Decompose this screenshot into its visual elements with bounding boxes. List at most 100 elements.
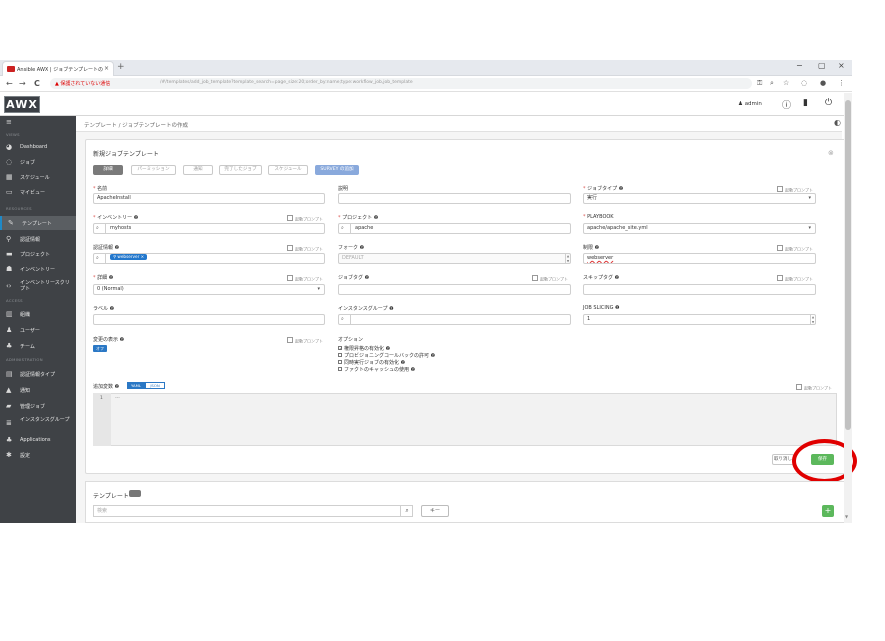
search-icon[interactable]: ⌕	[400, 505, 413, 517]
limit-prompt-on-launch[interactable]: 起動プロンプト	[777, 245, 813, 253]
forks-label: フォーク ❷	[338, 245, 365, 251]
sidebar: ≡ VIEWS ◕ Dashboard ◌ ジョブ ▦ スケジュール ▭ マイビュー R…	[0, 116, 76, 523]
editor-content[interactable]: ---	[115, 396, 120, 401]
sidebar-item-credentials[interactable]: ⚲ 認証情報	[0, 233, 76, 245]
verbosity-prompt-on-launch[interactable]: 起動プロンプト	[287, 275, 323, 283]
key-icon[interactable]: ⚿	[757, 79, 762, 88]
sidebar-item-applications[interactable]: ♣ Applications	[0, 434, 76, 446]
window-close-icon[interactable]: ×	[838, 61, 845, 70]
minimize-icon[interactable]: −	[796, 61, 803, 70]
option-fact-cache[interactable]: ファクトのキャッシュの使用 ❷	[338, 366, 415, 373]
sidebar-item-organizations[interactable]: ▥ 組織	[0, 308, 76, 320]
extension-icon[interactable]: ◌	[801, 79, 807, 87]
skip-tags-label: スキップタグ ❷	[583, 275, 620, 281]
browser-menu-icon[interactable]: ⋮	[838, 79, 845, 87]
forward-icon[interactable]: →	[19, 79, 26, 88]
browser-tab[interactable]: Ansible AWX | ジョブテンプレートの ×	[2, 61, 114, 76]
inventory-prompt-on-launch[interactable]: 起動プロンプト	[287, 215, 323, 223]
verbosity-select[interactable]: 0 (Normal)	[93, 284, 325, 295]
sidebar-item-dashboard[interactable]: ◕ Dashboard	[0, 141, 76, 153]
stepper-icon: ▲ ▼	[565, 254, 570, 263]
script-icon: ‹›	[6, 282, 12, 290]
reload-icon[interactable]: C	[34, 79, 40, 88]
help-icon: ❷	[410, 367, 416, 373]
skip-tags-prompt-on-launch[interactable]: 起動プロンプト	[777, 275, 813, 283]
tab-notifications[interactable]: 通知	[183, 165, 213, 175]
skip-tags-field[interactable]	[583, 284, 816, 295]
description-field[interactable]	[338, 193, 571, 204]
sidebar-item-settings[interactable]: ✱ 設定	[0, 449, 76, 461]
tab-completed-jobs[interactable]: 完了したジョブ	[219, 165, 262, 175]
template-icon: ✎	[8, 219, 14, 227]
job-type-select[interactable]: 実行	[583, 193, 816, 204]
show-changes-toggle[interactable]: オフ	[93, 345, 107, 352]
extra-vars-json-toggle[interactable]: JSON	[145, 382, 165, 389]
verbosity-label: * 詳細 ❷	[93, 275, 114, 281]
add-template-button[interactable]: +	[822, 505, 834, 517]
extra-vars-editor[interactable]	[93, 393, 837, 446]
profile-icon[interactable]: ●	[820, 79, 826, 87]
credentials-prompt-on-launch[interactable]: 起動プロンプト	[287, 245, 323, 253]
search-key-button[interactable]: キー	[421, 505, 449, 517]
security-warning[interactable]: ▲ 保護されていない通信	[55, 80, 110, 87]
extra-vars-yaml-toggle[interactable]: YAML	[127, 382, 145, 389]
job-slicing-field[interactable]: 1 ▲ ▼	[583, 314, 816, 325]
info-icon[interactable]: ⓘ	[782, 98, 791, 111]
cancel-button[interactable]: 取り消し	[772, 454, 794, 465]
sidebar-item-myview[interactable]: ▭ マイビュー	[0, 186, 76, 198]
tab-close-icon[interactable]: ×	[104, 65, 109, 72]
back-icon[interactable]: ←	[6, 79, 13, 88]
sidebar-item-users[interactable]: ♟ ユーザー	[0, 324, 76, 336]
scrollbar-thumb[interactable]	[845, 100, 851, 430]
maximize-icon[interactable]: ▢	[818, 61, 826, 70]
name-label: * 名前	[93, 186, 108, 192]
job-tags-field[interactable]	[338, 284, 571, 295]
playbook-select[interactable]: apache/apache_site.yml	[583, 223, 816, 234]
option-concurrent-jobs[interactable]: 同時実行ジョブの有効化 ❷	[338, 359, 405, 366]
limit-field[interactable]: webserver	[583, 253, 816, 264]
extra-vars-prompt-on-launch[interactable]: 起動プロンプト	[796, 384, 832, 392]
name-field[interactable]: ApacheInstall	[93, 193, 325, 204]
awx-logo[interactable]: AWX	[4, 96, 40, 113]
sidebar-item-instance-groups[interactable]: ≣ インスタンスグループ	[0, 415, 76, 431]
sidebar-item-jobs[interactable]: ◌ ジョブ	[0, 156, 76, 168]
inventory-field[interactable]: ⌕ myhosts	[93, 223, 325, 234]
option-provisioning-callback[interactable]: プロビジョニングコールバックの許可 ❷	[338, 352, 435, 359]
labels-field[interactable]	[93, 314, 325, 325]
project-field[interactable]: ⌕ apache	[338, 223, 571, 234]
zoom-icon[interactable]: ⌕	[770, 79, 774, 88]
form-close-icon[interactable]: ⊗	[828, 149, 834, 157]
sidebar-item-schedules[interactable]: ▦ スケジュール	[0, 171, 76, 183]
credential-chip[interactable]: ⚲ webserver ×	[110, 254, 148, 260]
option-privilege-escalation[interactable]: ✓ 権限昇格の有効化 ❷	[338, 345, 390, 352]
docs-icon[interactable]: ▮	[803, 98, 808, 108]
sidebar-item-teams[interactable]: ♣ チーム	[0, 340, 76, 352]
tab-permissions[interactable]: パーミッション	[131, 165, 176, 175]
tab-details[interactable]: 詳細	[93, 165, 123, 175]
sidebar-item-templates[interactable]: ✎ テンプレート	[0, 216, 76, 230]
tab-schedules[interactable]: スケジュール	[268, 165, 308, 175]
tab-add-survey[interactable]: SURVEY の追加	[315, 165, 359, 175]
activity-stream-icon[interactable]: ◐	[834, 118, 841, 127]
show-changes-prompt-on-launch[interactable]: 起動プロンプト	[287, 337, 323, 345]
key-icon: ⚲	[6, 235, 12, 243]
job-tags-prompt-on-launch[interactable]: 起動プロンプト	[532, 275, 568, 283]
credentials-field[interactable]: ⌕ ⚲ webserver ×	[93, 253, 325, 264]
options-label: オプション	[338, 337, 364, 343]
sidebar-item-projects[interactable]: ▬ プロジェクト	[0, 248, 76, 260]
instance-groups-field[interactable]: ⌕	[338, 314, 571, 325]
applications-icon: ♣	[6, 436, 13, 444]
logout-icon[interactable]: ⏻	[825, 98, 832, 108]
templates-search-input[interactable]: 検索	[93, 505, 413, 517]
scroll-down-icon[interactable]: ▼	[845, 514, 848, 519]
sidebar-item-credential-types[interactable]: ▤ 認証情報タイプ	[0, 368, 76, 380]
sidebar-item-management-jobs[interactable]: ▰ 管理ジョブ	[0, 400, 76, 412]
breadcrumb[interactable]: テンプレート / ジョブテンプレートの作成	[84, 121, 188, 129]
sidebar-item-inventories[interactable]: ☗ インベントリー	[0, 263, 76, 275]
sidebar-item-inventory-scripts[interactable]: ‹› インベントリースクリプト	[0, 278, 76, 294]
star-icon[interactable]: ☆	[783, 79, 789, 87]
user-menu[interactable]: ♟ admin	[738, 101, 762, 107]
sidebar-item-notifications[interactable]: ▲ 通知	[0, 384, 76, 396]
forks-field[interactable]: DEFAULT ▲ ▼	[338, 253, 571, 264]
new-tab-button[interactable]: +	[117, 62, 125, 72]
